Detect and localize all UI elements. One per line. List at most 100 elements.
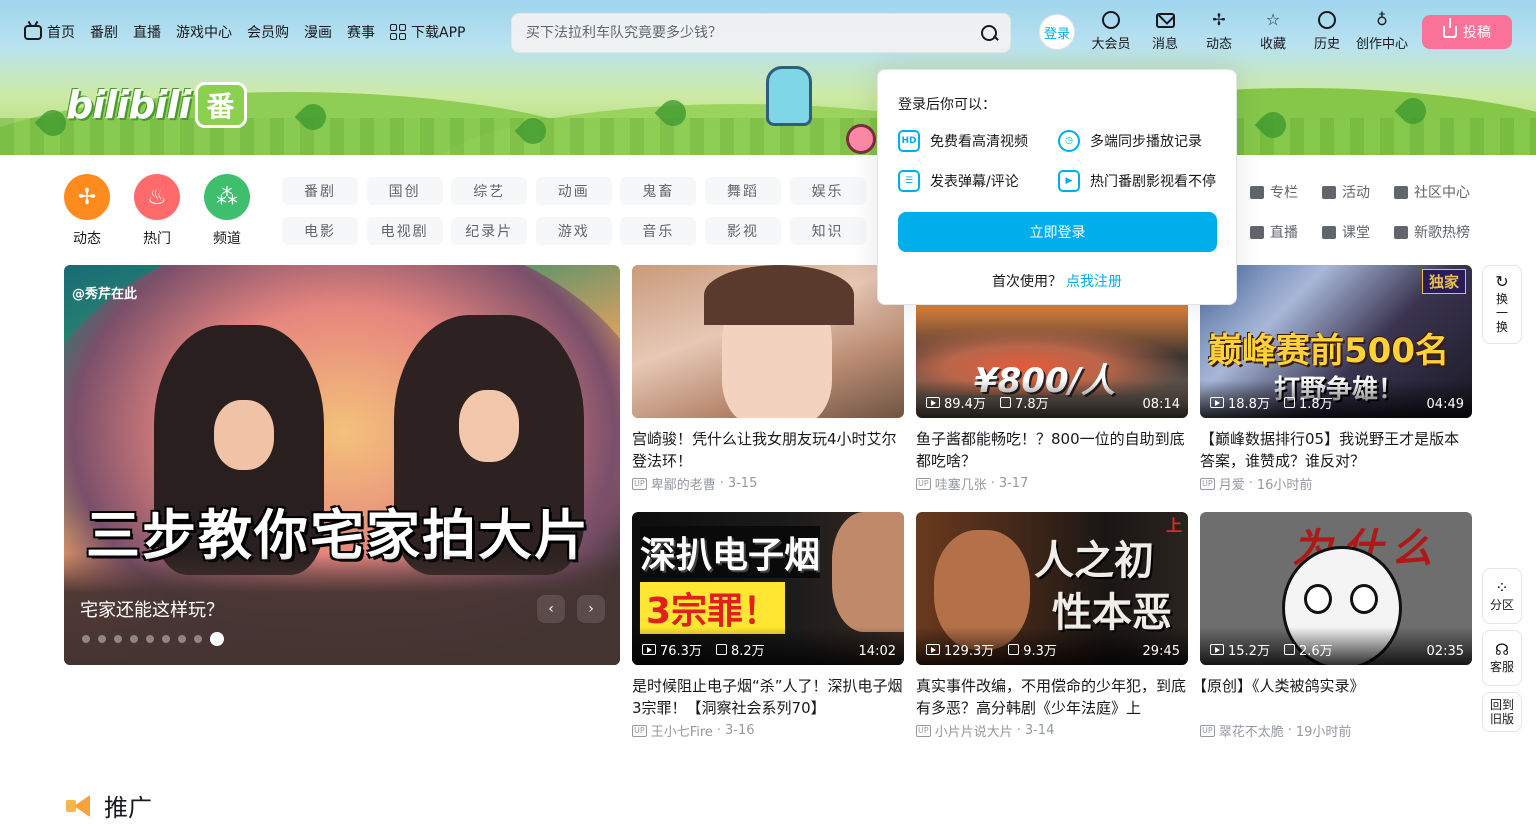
category-tags: 番剧 国创 综艺 动画 鬼畜 舞蹈 娱乐 电影 电视剧 纪录片 游戏 音乐 影视… [282,177,866,245]
carousel-next-button[interactable]: › [577,595,605,623]
vip-icon [1101,10,1121,30]
video-info[interactable]: UP 王小七Fire · 3-16 [632,721,904,740]
tag-film[interactable]: 影视 [704,217,781,245]
video-title[interactable]: 鱼子酱都能畅吃！？800一位的自助到底都吃啥？ [916,428,1188,472]
zone-button[interactable]: ⁘ 分区 [1482,568,1522,624]
nav-messages[interactable]: 消息 [1140,10,1190,52]
tag-documentary[interactable]: 纪录片 [451,217,528,245]
video-title[interactable]: 【原创】《人类被鸽实录》 [1192,675,1472,719]
tag-anime[interactable]: 番剧 [282,177,358,205]
video-card[interactable]: 深扒电子烟 3宗罪！ 76.3万 8.2万 14:02 是时候阻止电子烟“杀”人… [632,512,904,740]
hd-icon: HD [898,130,920,152]
link-live[interactable]: 直播 [1250,222,1322,242]
nav-mall[interactable]: 会员购 [247,22,289,42]
video-info[interactable]: UP 哇塞几张 · 3-17 [916,474,1188,493]
tag-tv-series[interactable]: 电视剧 [366,217,443,245]
video-info[interactable]: UP 月爱 · 16小时前 [1200,474,1472,493]
carousel-dot[interactable] [210,632,224,646]
carousel-dots [82,632,224,646]
video-stats: 15.2万 2.6万 02:35 [1200,627,1472,665]
carousel-dot[interactable] [98,635,106,643]
video-thumbnail[interactable]: 独家 巅峰赛前500名 打野争雄！ 18.8万 1.8万 04:49 [1200,265,1472,418]
nav-esports[interactable]: 赛事 [347,22,375,42]
carousel-dot[interactable] [194,635,202,643]
video-thumbnail[interactable]: 上 人之初 性本恶 129.3万 9.3万 29:45 [916,512,1188,665]
nav-home[interactable]: 首页 [24,22,75,42]
clock-icon: ◷ [1058,130,1080,152]
banner-carousel[interactable]: @秀芹在此 三步教你宅家拍大片 宅家还能这样玩？ ‹ › [64,265,620,665]
video-info[interactable]: UP 小片片说大片 · 3-14 [916,721,1188,740]
video-card[interactable]: 为什么 15.2万 2.6万 02:35 【原创】《人类被鸽实录》 UP 翠花不… [1192,512,1472,740]
channel-dynamics[interactable]: ✢ 动态 [64,174,110,248]
video-thumbnail[interactable] [632,265,904,418]
nav-anime[interactable]: 番剧 [90,22,118,42]
video-info[interactable]: UP 卑鄙的老曹 · 3-15 [632,474,904,493]
tag-dance[interactable]: 舞蹈 [704,177,781,205]
channel-channels[interactable]: ⁂ 频道 [204,174,250,248]
tag-variety[interactable]: 综艺 [451,177,528,205]
up-badge-icon: UP [1200,724,1215,737]
video-card[interactable]: 独家 巅峰赛前500名 打野争雄！ 18.8万 1.8万 04:49 【巅峰数据… [1200,265,1472,493]
nav-download-app[interactable]: 下载APP [390,22,465,42]
mail-icon [1155,10,1175,30]
video-card[interactable]: 上 人之初 性本恶 129.3万 9.3万 29:45 真实事件改编，不用偿命的… [916,512,1188,740]
video-thumbnail[interactable]: 为什么 15.2万 2.6万 02:35 [1200,512,1472,665]
upload-icon [1443,18,1457,38]
tag-guochuang[interactable]: 国创 [366,177,443,205]
cover-text: 深扒电子烟 [640,526,821,578]
nav-favorites[interactable]: ☆ 收藏 [1248,10,1298,53]
login-avatar-button[interactable]: 登录 [1039,14,1075,50]
carousel-dot[interactable] [178,635,186,643]
carousel-dot[interactable] [82,635,90,643]
tag-kichiku[interactable]: 鬼畜 [620,177,697,205]
link-new-songs[interactable]: 新歌热榜 [1394,222,1494,242]
feature-danmaku: ☰ 发表弹幕/评论 [898,170,1058,192]
play-count-icon [642,644,656,655]
video-card[interactable]: 宫崎骏！凭什么让我女朋友玩4小时艾尔登法环！ UP 卑鄙的老曹 · 3-15 [632,265,904,493]
video-info[interactable]: UP 翠花不太脆 · 19小时前 [1200,721,1472,740]
nav-live[interactable]: 直播 [133,22,161,42]
carousel-dot[interactable] [114,635,122,643]
tag-movie[interactable]: 电影 [282,217,358,245]
logo-badge: 番 [194,82,247,128]
nav-dynamics[interactable]: ✢ 动态 [1194,10,1244,53]
tag-game[interactable]: 游戏 [535,217,612,245]
carousel-prev-button[interactable]: ‹ [537,595,565,623]
nav-manga[interactable]: 漫画 [304,22,332,42]
video-thumbnail[interactable]: 深扒电子烟 3宗罪！ 76.3万 8.2万 14:02 [632,512,904,665]
link-activity[interactable]: 活动 [1322,182,1394,202]
nav-history[interactable]: 历史 [1302,10,1352,52]
nav-creator-center[interactable]: ♁ 创作中心 [1356,10,1408,53]
register-link[interactable]: 点我注册 [1066,274,1122,290]
up-badge-icon: UP [1200,477,1215,490]
tag-knowledge[interactable]: 知识 [789,217,866,245]
video-title[interactable]: 是时候阻止电子烟“杀”人了！深扒电子烟3宗罪！【洞察社会系列70】 [632,675,904,719]
tag-animation[interactable]: 动画 [535,177,612,205]
tag-music[interactable]: 音乐 [620,217,697,245]
tag-entertainment[interactable]: 娱乐 [789,177,866,205]
nav-game-center[interactable]: 游戏中心 [176,22,232,42]
old-version-button[interactable]: 回到旧版 [1482,692,1522,732]
link-community[interactable]: 社区中心 [1394,182,1494,202]
carousel-dot[interactable] [146,635,154,643]
link-column[interactable]: 专栏 [1250,182,1322,202]
login-now-button[interactable]: 立即登录 [898,212,1217,252]
search-input[interactable] [526,25,980,41]
customer-service-button[interactable]: ☊ 客服 [1482,630,1522,686]
carousel-dot[interactable] [162,635,170,643]
upload-button[interactable]: 投稿 [1422,15,1512,49]
refresh-button[interactable]: ↻ 换一换 [1482,265,1522,344]
carousel-caption[interactable]: 宅家还能这样玩？ [80,596,224,622]
bilibili-logo[interactable]: bilibili 番 [66,82,247,128]
channel-hot[interactable]: ♨ 热门 [134,174,180,248]
search-icon[interactable] [980,24,998,42]
video-title[interactable]: 真实事件改编，不用偿命的少年犯，到底有多恶？高分韩剧《少年法庭》上 [916,675,1188,719]
video-title[interactable]: 【巅峰数据排行05】我说野王才是版本答案，谁赞成？谁反对？ [1200,428,1472,472]
carousel-dot[interactable] [130,635,138,643]
fire-icon: ♨ [134,174,180,220]
link-classroom[interactable]: 课堂 [1322,222,1394,242]
like-icon [1283,644,1295,655]
promo-title: 推广 [104,794,152,822]
nav-vip[interactable]: 大会员 [1086,10,1136,52]
video-title[interactable]: 宫崎骏！凭什么让我女朋友玩4小时艾尔登法环！ [632,428,904,472]
